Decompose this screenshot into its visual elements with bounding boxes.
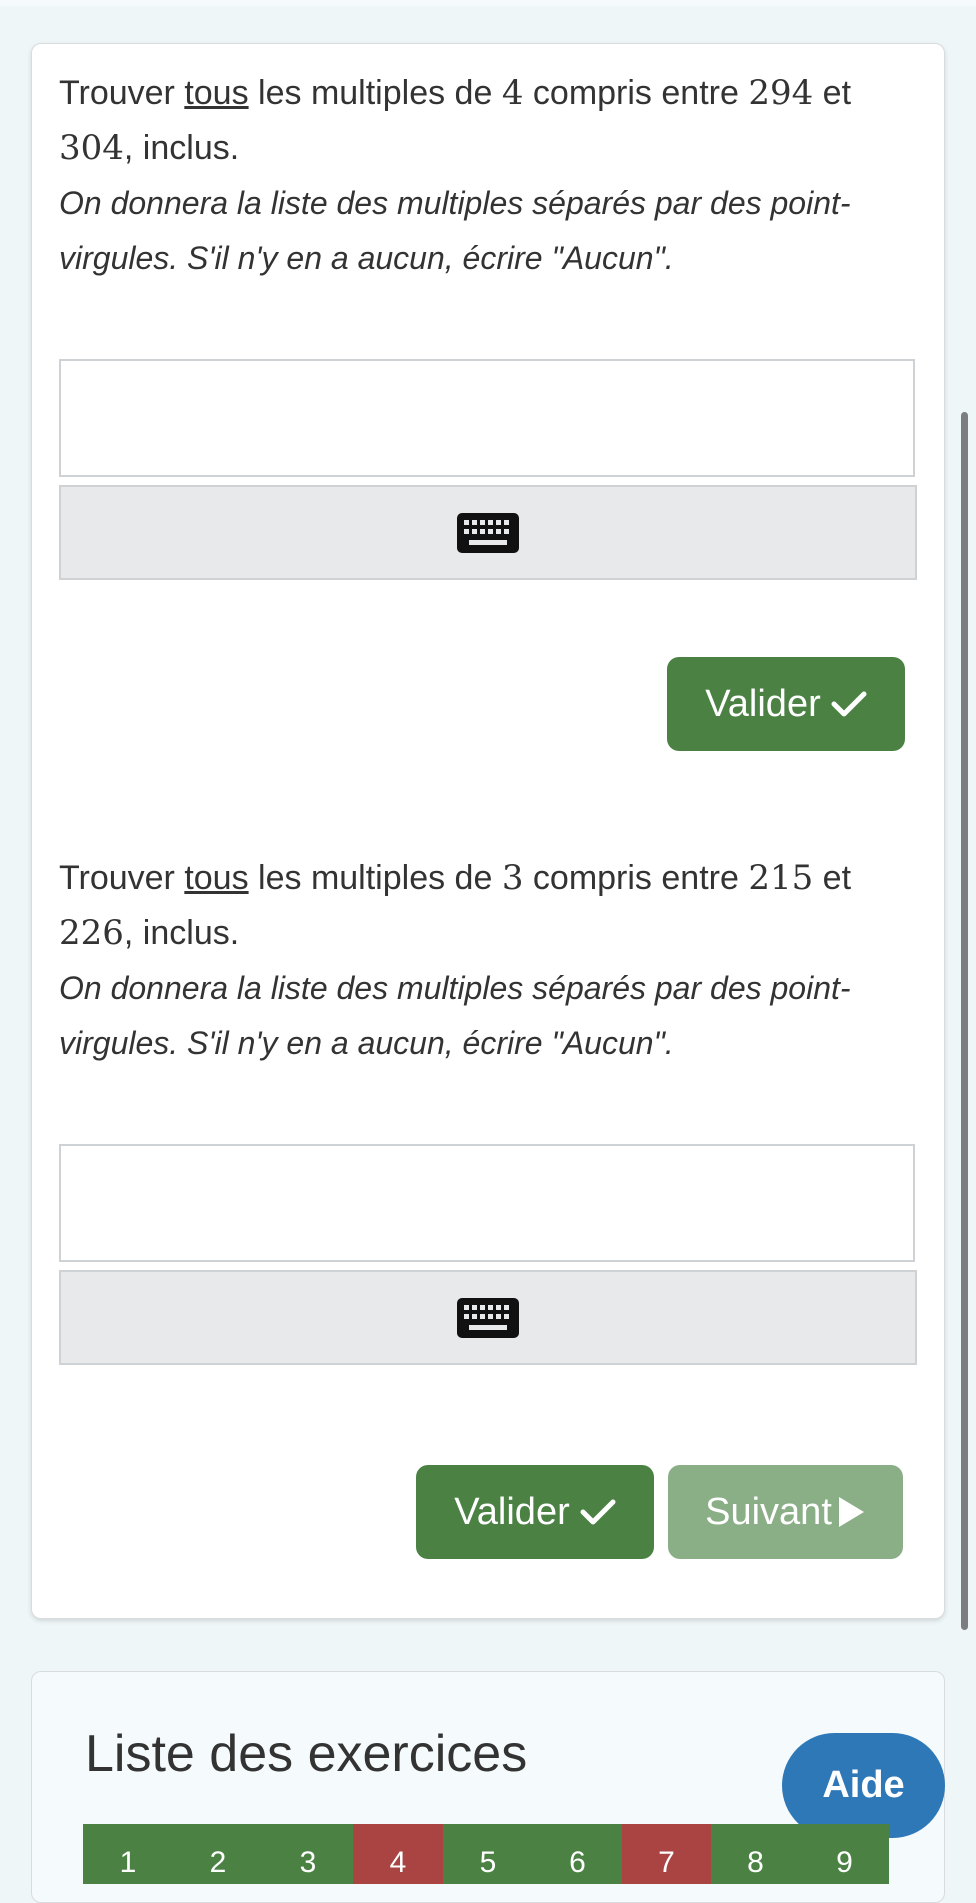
math-divisor: 3 — [501, 858, 524, 898]
math-lower-bound: 294 — [748, 73, 814, 113]
question-text: compris entre — [523, 74, 749, 112]
virtual-keyboard-toggle[interactable] — [59, 1270, 917, 1365]
keyboard-icon — [457, 1297, 519, 1338]
question-emphasis: tous — [184, 859, 249, 897]
exercise-number-4[interactable]: 4 — [353, 1824, 443, 1884]
check-icon — [580, 1499, 616, 1525]
play-arrow-icon — [838, 1497, 864, 1527]
math-divisor: 4 — [501, 73, 524, 113]
scrollbar[interactable] — [961, 412, 968, 1630]
exercise-2: Trouver tous les multiples de 3 compris … — [59, 851, 919, 1559]
exercise-number-8[interactable]: 8 — [711, 1824, 800, 1884]
exercise-list-title: Liste des exercices — [85, 1725, 528, 1783]
answer-input[interactable] — [59, 359, 915, 477]
exercise-number-5[interactable]: 5 — [443, 1824, 533, 1884]
virtual-keyboard-toggle[interactable] — [59, 485, 917, 580]
question-emphasis: tous — [184, 74, 249, 112]
aide-button[interactable]: Aide — [782, 1733, 945, 1838]
valider-button[interactable]: Valider — [416, 1465, 654, 1559]
question-text: , inclus. — [123, 914, 240, 952]
exercise-2-instruction: On donnera la liste des multiples séparé… — [59, 970, 851, 1061]
exercise-1: Trouver tous les multiples de 4 compris … — [59, 66, 919, 751]
exercise-number-1[interactable]: 1 — [83, 1824, 173, 1884]
valider-button[interactable]: Valider — [667, 657, 905, 751]
question-text: et — [813, 859, 852, 897]
exercise-2-question: Trouver tous les multiples de 3 compris … — [59, 851, 919, 961]
question-text: compris entre — [523, 859, 749, 897]
question-text: , inclus. — [123, 129, 240, 167]
exercise-number-3[interactable]: 3 — [263, 1824, 353, 1884]
exercise-number-9[interactable]: 9 — [800, 1824, 889, 1884]
check-icon — [831, 691, 867, 717]
keyboard-icon — [457, 512, 519, 553]
exercise-number-6[interactable]: 6 — [533, 1824, 622, 1884]
exercise-1-question: Trouver tous les multiples de 4 compris … — [59, 66, 919, 176]
question-text: Trouver — [59, 859, 185, 897]
exercise-number-row: 1 2 3 4 5 6 7 8 9 — [83, 1824, 889, 1884]
question-text: et — [813, 74, 852, 112]
top-strip — [0, 0, 976, 6]
question-text: les multiples de — [248, 859, 502, 897]
valider-label: Valider — [705, 682, 821, 725]
valider-label: Valider — [454, 1490, 570, 1533]
math-upper-bound: 226 — [59, 913, 124, 953]
math-upper-bound: 304 — [59, 128, 124, 168]
exercise-1-instruction: On donnera la liste des multiples séparé… — [59, 185, 851, 276]
math-lower-bound: 215 — [748, 858, 814, 898]
suivant-label: Suivant — [705, 1490, 832, 1533]
suivant-button[interactable]: Suivant — [668, 1465, 903, 1559]
exercise-number-2[interactable]: 2 — [173, 1824, 263, 1884]
question-text: les multiples de — [248, 74, 502, 112]
question-text: Trouver — [59, 74, 185, 112]
answer-input[interactable] — [59, 1144, 915, 1262]
exercise-card: Trouver tous les multiples de 4 compris … — [31, 43, 945, 1619]
exercise-number-7[interactable]: 7 — [622, 1824, 711, 1884]
